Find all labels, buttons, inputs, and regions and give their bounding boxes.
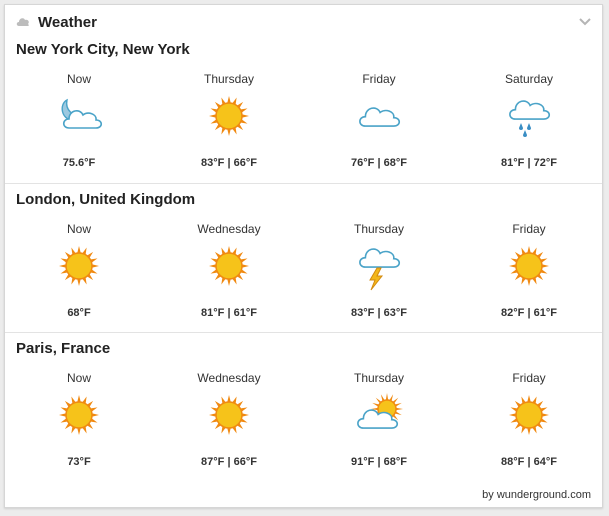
- day-label: Thursday: [203, 72, 255, 86]
- temperature: 68°F: [67, 307, 91, 319]
- location-name: Paris, France: [16, 340, 111, 357]
- day-label: Now: [66, 72, 91, 86]
- day-label: Now: [66, 222, 91, 236]
- day-label: Thursday: [353, 371, 405, 385]
- partly-cloudy-icon: [353, 389, 405, 441]
- temperature: 76°F | 68°F: [351, 157, 407, 169]
- cloud-icon: [353, 90, 405, 142]
- temperature: 88°F | 64°F: [501, 456, 557, 468]
- forecast-day: Wednesday 81°F | 61°F: [154, 222, 304, 322]
- sun-icon: [203, 90, 255, 142]
- temperature: 81°F | 61°F: [201, 307, 257, 319]
- cloud-icon: [16, 18, 29, 26]
- location-section-new-york: New York City, New York Now 75.6°F Thurs…: [5, 34, 602, 183]
- location-section-paris: Paris, France Now 73°F Wednesday 87°F | …: [5, 332, 602, 482]
- forecast-day: Thursday 91°F | 68°F: [304, 371, 454, 471]
- location-section-london: London, United Kingdom Now 68°F Wednesda…: [5, 183, 602, 333]
- forecast-day: Now 73°F: [4, 371, 154, 471]
- sun-icon: [203, 389, 255, 441]
- sun-icon: [53, 240, 105, 292]
- day-label: Friday: [512, 222, 546, 236]
- moon-cloud-icon: [53, 90, 105, 142]
- forecast-day: Now 75.6°F: [4, 72, 154, 172]
- widget-title: Weather: [38, 14, 97, 31]
- day-label: Thursday: [353, 222, 405, 236]
- weather-widget: Weather New York City, New York Now 75.6…: [4, 4, 603, 508]
- forecast-day: Friday 88°F | 64°F: [454, 371, 604, 471]
- day-label: Wednesday: [197, 222, 261, 236]
- sun-icon: [203, 240, 255, 292]
- rain-cloud-icon: [503, 90, 555, 142]
- forecast-day: Thursday 83°F | 63°F: [304, 222, 454, 322]
- location-name: London, United Kingdom: [16, 191, 196, 208]
- sun-icon: [503, 389, 555, 441]
- location-name: New York City, New York: [16, 41, 190, 58]
- day-label: Friday: [362, 72, 396, 86]
- temperature: 91°F | 68°F: [351, 456, 407, 468]
- temperature: 83°F | 63°F: [351, 307, 407, 319]
- day-label: Friday: [512, 371, 546, 385]
- temperature: 82°F | 61°F: [501, 307, 557, 319]
- sun-icon: [503, 240, 555, 292]
- forecast-day: Now 68°F: [4, 222, 154, 322]
- temperature: 87°F | 66°F: [201, 456, 257, 468]
- forecast-day: Thursday 83°F | 66°F: [154, 72, 304, 172]
- forecast-day: Saturday 81°F | 72°F: [454, 72, 604, 172]
- wunderground-credit-link[interactable]: by wunderground.com: [482, 489, 591, 501]
- temperature: 83°F | 66°F: [201, 157, 257, 169]
- chevron-down-icon[interactable]: [578, 17, 592, 27]
- day-label: Now: [66, 371, 91, 385]
- temperature: 73°F: [67, 456, 91, 468]
- forecast-day: Friday 76°F | 68°F: [304, 72, 454, 172]
- forecast-day: Wednesday 87°F | 66°F: [154, 371, 304, 471]
- forecast-day: Friday 82°F | 61°F: [454, 222, 604, 322]
- temperature: 81°F | 72°F: [501, 157, 557, 169]
- sun-icon: [53, 389, 105, 441]
- thunderstorm-icon: [353, 240, 405, 292]
- day-label: Saturday: [504, 72, 554, 86]
- day-label: Wednesday: [197, 371, 261, 385]
- temperature: 75.6°F: [62, 157, 96, 169]
